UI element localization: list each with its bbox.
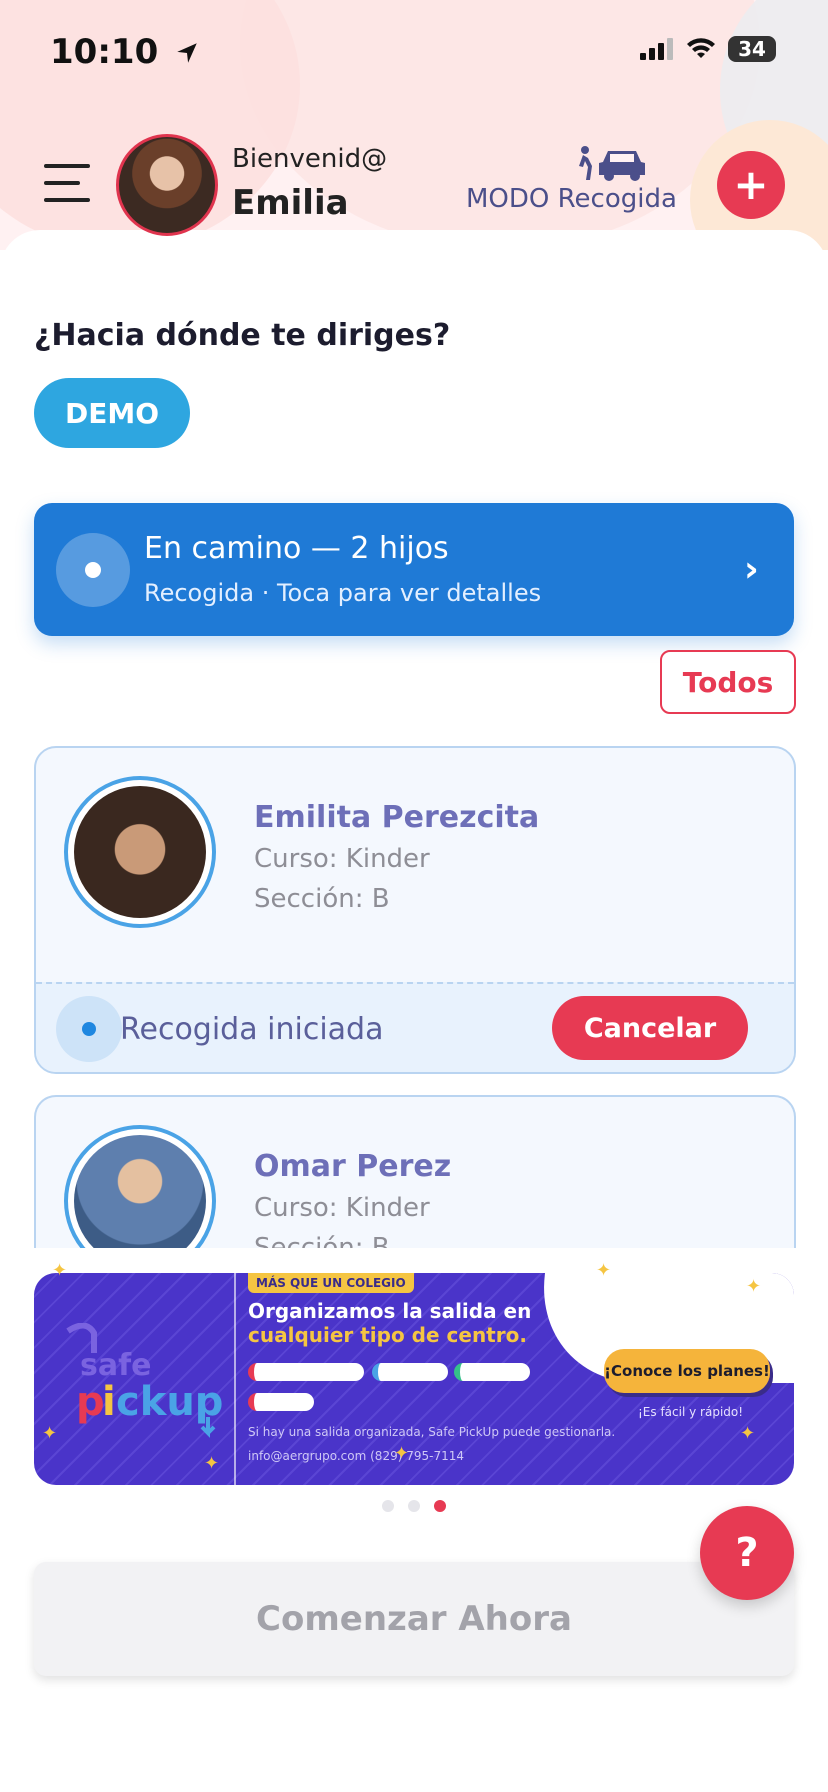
pickup-status-row: Recogida iniciada Cancelar — [36, 982, 794, 1072]
content-curve — [0, 230, 828, 290]
student-course: Curso: Kinder — [254, 1193, 430, 1223]
carousel-dots — [382, 1500, 446, 1512]
status-dot-icon — [56, 533, 130, 607]
mode-label[interactable]: MODO Recogida — [466, 184, 677, 214]
promo-pill — [454, 1363, 530, 1381]
sparkle-icon: ✦ — [596, 1260, 612, 1281]
carousel-dot[interactable] — [382, 1500, 394, 1512]
promo-subtitle: cualquier tipo de centro. — [248, 1323, 527, 1347]
student-name: Omar Perez — [254, 1149, 452, 1184]
promo-cta-button[interactable]: ¡Conoce los planes! — [604, 1349, 770, 1393]
promo-banner[interactable]: safe p i ckup MÁS QUE UN COLEGIO Organiz… — [34, 1273, 794, 1485]
promo-pill — [248, 1363, 364, 1381]
enroute-banner[interactable]: En camino — 2 hijos Recogida · Toca para… — [34, 503, 794, 636]
status-dot-icon — [56, 996, 122, 1062]
pickup-status-text: Recogida iniciada — [120, 1012, 384, 1047]
student-section: Sección: B — [254, 884, 390, 914]
destination-question: ¿Hacia dónde te diriges? — [34, 318, 451, 353]
sparkle-icon: ✦ — [204, 1453, 220, 1474]
promo-pill — [372, 1363, 448, 1381]
carousel-dot-active[interactable] — [434, 1500, 446, 1512]
promo-contact: info@aergrupo.com (829) 795-7114 — [248, 1449, 464, 1463]
location-arrow-icon — [177, 43, 197, 63]
svg-text:p: p — [76, 1379, 105, 1425]
svg-text:i: i — [102, 1379, 116, 1425]
sparkle-icon: ✦ — [394, 1443, 410, 1464]
sparkle-icon: ✦ — [52, 1260, 68, 1281]
help-button[interactable]: ? — [700, 1506, 794, 1600]
promo-cta-subtext: ¡Es fácil y rápido! — [638, 1405, 744, 1419]
sparkle-icon: ✦ — [42, 1423, 58, 1444]
student-photo — [64, 776, 216, 928]
signal-icon — [640, 38, 673, 60]
user-name: Emilia — [232, 183, 349, 223]
status-time-text: 10:10 — [50, 32, 159, 72]
walk-car-icon[interactable] — [575, 146, 655, 182]
start-now-button[interactable]: Comenzar Ahora — [34, 1562, 794, 1676]
safe-pickup-logo: safe p i ckup — [66, 1323, 223, 1438]
student-card[interactable]: Emilita Perezcita Curso: Kinder Sección:… — [34, 746, 796, 1074]
battery-icon: 34 — [728, 36, 776, 62]
promo-description: Si hay una salida organizada, Safe PickU… — [248, 1425, 616, 1439]
destination-demo-button[interactable]: DEMO — [34, 378, 190, 448]
enroute-title: En camino — 2 hijos — [144, 531, 449, 566]
svg-text:safe: safe — [80, 1348, 152, 1383]
cancel-pickup-button[interactable]: Cancelar — [552, 996, 748, 1060]
promo-tag: MÁS QUE UN COLEGIO — [248, 1273, 414, 1293]
plus-icon: + — [733, 160, 769, 209]
enroute-subtitle: Recogida · Toca para ver detalles — [144, 579, 542, 607]
student-course: Curso: Kinder — [254, 844, 430, 874]
sparkle-icon: ✦ — [746, 1276, 762, 1297]
promo-pill — [248, 1393, 314, 1411]
battery-level: 34 — [738, 37, 766, 61]
filter-all-button[interactable]: Todos — [660, 650, 796, 714]
menu-icon[interactable] — [44, 164, 94, 204]
promo-divider — [234, 1273, 236, 1485]
greeting-label: Bienvenid@ — [232, 144, 388, 174]
student-name: Emilita Perezcita — [254, 800, 540, 835]
status-time: 10:10 — [50, 32, 200, 72]
chevron-right-icon: › — [744, 549, 759, 590]
status-icons: 34 — [640, 36, 776, 62]
add-button[interactable]: + — [717, 151, 785, 219]
carousel-dot[interactable] — [408, 1500, 420, 1512]
sparkle-icon: ✦ — [740, 1423, 756, 1444]
wifi-icon — [687, 38, 715, 58]
promo-title: Organizamos la salida en — [248, 1299, 532, 1323]
user-avatar[interactable] — [116, 134, 218, 236]
student-card[interactable]: Omar Perez Curso: Kinder Sección: B — [34, 1095, 796, 1257]
student-photo — [64, 1125, 216, 1257]
question-icon: ? — [735, 1530, 759, 1576]
